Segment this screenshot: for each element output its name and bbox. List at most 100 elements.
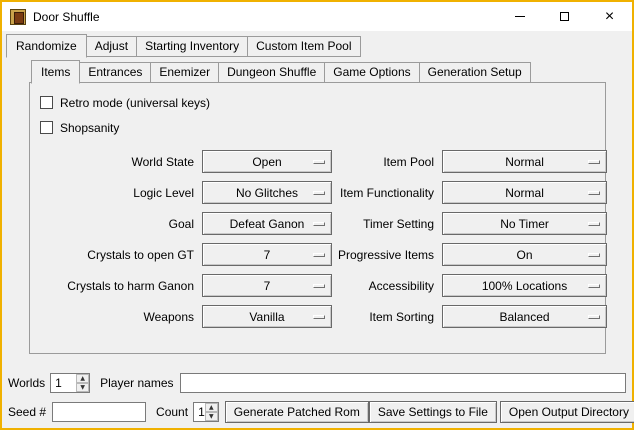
crystals-ganon-label: Crystals to harm Ganon <box>38 279 196 293</box>
timer-setting-value: No Timer <box>500 217 549 231</box>
progressive-items-label: Progressive Items <box>338 248 436 262</box>
player-names-label: Player names <box>100 376 173 390</box>
retro-mode-row: Retro mode (universal keys) <box>40 94 597 111</box>
tab-randomize[interactable]: Randomize <box>6 34 87 58</box>
bottom-controls: Worlds 1 ▲ ▼ Player names Seed # Count 1 <box>2 372 632 423</box>
seed-input[interactable] <box>52 402 146 422</box>
item-pool-dropdown[interactable]: Normal <box>442 150 607 173</box>
timer-setting-dropdown[interactable]: No Timer <box>442 212 607 235</box>
progressive-items-value: On <box>517 248 533 262</box>
worlds-up-button[interactable]: ▲ <box>76 374 89 383</box>
item-functionality-value: Normal <box>505 186 544 200</box>
window-title: Door Shuffle <box>33 10 100 24</box>
generate-patched-rom-button[interactable]: Generate Patched Rom <box>225 401 369 423</box>
world-state-dropdown[interactable]: Open <box>202 150 332 173</box>
count-value: 1 <box>194 403 205 421</box>
accessibility-value: 100% Locations <box>482 279 567 293</box>
app-icon <box>10 9 26 25</box>
dropdown-indicator-icon <box>588 284 600 288</box>
close-icon: × <box>605 9 614 25</box>
sub-tab-bar: Items Entrances Enemizer Dungeon Shuffle… <box>31 60 632 83</box>
count-spin-buttons: ▲ ▼ <box>205 403 218 421</box>
goal-label: Goal <box>38 217 196 231</box>
tab-enemizer[interactable]: Enemizer <box>150 62 219 83</box>
dropdown-indicator-icon <box>313 284 325 288</box>
progressive-items-dropdown[interactable]: On <box>442 243 607 266</box>
maximize-icon <box>560 12 569 21</box>
crystals-ganon-dropdown[interactable]: 7 <box>202 274 332 297</box>
tab-game-options[interactable]: Game Options <box>324 62 419 83</box>
item-sorting-value: Balanced <box>500 310 550 324</box>
worlds-value: 1 <box>51 374 76 392</box>
items-panel: Retro mode (universal keys) Shopsanity W… <box>29 82 606 354</box>
dropdown-indicator-icon <box>588 222 600 226</box>
count-label: Count <box>156 405 188 419</box>
item-sorting-label: Item Sorting <box>338 310 436 324</box>
worlds-spin-buttons: ▲ ▼ <box>76 374 89 392</box>
shopsanity-label: Shopsanity <box>60 121 119 135</box>
tab-entrances[interactable]: Entrances <box>79 62 151 83</box>
crystals-gt-dropdown[interactable]: 7 <box>202 243 332 266</box>
goal-value: Defeat Ganon <box>230 217 305 231</box>
dropdown-indicator-icon <box>588 253 600 257</box>
crystals-gt-label: Crystals to open GT <box>38 248 196 262</box>
worlds-row: Worlds 1 ▲ ▼ Player names <box>8 372 627 394</box>
dropdown-indicator-icon <box>313 191 325 195</box>
retro-mode-checkbox[interactable] <box>40 96 53 109</box>
seed-row: Seed # Count 1 ▲ ▼ Generate Patched Rom … <box>8 401 627 423</box>
player-names-input[interactable] <box>180 373 627 393</box>
count-up-button[interactable]: ▲ <box>205 403 218 412</box>
worlds-down-button[interactable]: ▼ <box>76 383 89 392</box>
goal-dropdown[interactable]: Defeat Ganon <box>202 212 332 235</box>
crystals-ganon-value: 7 <box>264 279 271 293</box>
main-tab-bar: Randomize Adjust Starting Inventory Cust… <box>6 34 632 57</box>
titlebar[interactable]: Door Shuffle × <box>2 2 632 31</box>
item-functionality-dropdown[interactable]: Normal <box>442 181 607 204</box>
save-settings-button[interactable]: Save Settings to File <box>369 401 497 423</box>
dropdown-indicator-icon <box>588 191 600 195</box>
item-pool-value: Normal <box>505 155 544 169</box>
retro-mode-label: Retro mode (universal keys) <box>60 96 210 110</box>
tab-items[interactable]: Items <box>31 60 80 84</box>
seed-label: Seed # <box>8 405 46 419</box>
count-down-button[interactable]: ▼ <box>205 412 218 421</box>
worlds-label: Worlds <box>8 376 45 390</box>
timer-setting-label: Timer Setting <box>338 217 436 231</box>
item-functionality-label: Item Functionality <box>338 186 436 200</box>
shopsanity-row: Shopsanity <box>40 119 597 136</box>
tab-starting-inventory[interactable]: Starting Inventory <box>136 36 248 57</box>
maximize-button[interactable] <box>542 2 587 31</box>
dropdown-indicator-icon <box>313 160 325 164</box>
logic-level-dropdown[interactable]: No Glitches <box>202 181 332 204</box>
options-grid: World State Open Item Pool Normal Logic … <box>38 150 597 328</box>
item-sorting-dropdown[interactable]: Balanced <box>442 305 607 328</box>
tab-dungeon-shuffle[interactable]: Dungeon Shuffle <box>218 62 325 83</box>
tab-adjust[interactable]: Adjust <box>86 36 137 57</box>
close-button[interactable]: × <box>587 2 632 31</box>
dropdown-indicator-icon <box>313 253 325 257</box>
worlds-spinner[interactable]: 1 ▲ ▼ <box>50 373 90 393</box>
open-output-directory-button[interactable]: Open Output Directory <box>500 401 634 423</box>
minimize-button[interactable] <box>497 2 542 31</box>
dropdown-indicator-icon <box>588 315 600 319</box>
world-state-label: World State <box>38 155 196 169</box>
shopsanity-checkbox[interactable] <box>40 121 53 134</box>
weapons-value: Vanilla <box>249 310 284 324</box>
accessibility-label: Accessibility <box>338 279 436 293</box>
crystals-gt-value: 7 <box>264 248 271 262</box>
dropdown-indicator-icon <box>313 315 325 319</box>
item-pool-label: Item Pool <box>338 155 436 169</box>
dropdown-indicator-icon <box>313 222 325 226</box>
tab-generation-setup[interactable]: Generation Setup <box>419 62 531 83</box>
accessibility-dropdown[interactable]: 100% Locations <box>442 274 607 297</box>
world-state-value: Open <box>252 155 281 169</box>
tab-custom-item-pool[interactable]: Custom Item Pool <box>247 36 360 57</box>
logic-level-value: No Glitches <box>236 186 298 200</box>
count-spinner[interactable]: 1 ▲ ▼ <box>193 402 219 422</box>
logic-level-label: Logic Level <box>38 186 196 200</box>
client-area: Randomize Adjust Starting Inventory Cust… <box>2 31 632 428</box>
minimize-icon <box>515 16 525 17</box>
weapons-dropdown[interactable]: Vanilla <box>202 305 332 328</box>
app-window: Door Shuffle × Randomize Adjust Starting… <box>0 0 634 430</box>
dropdown-indicator-icon <box>588 160 600 164</box>
